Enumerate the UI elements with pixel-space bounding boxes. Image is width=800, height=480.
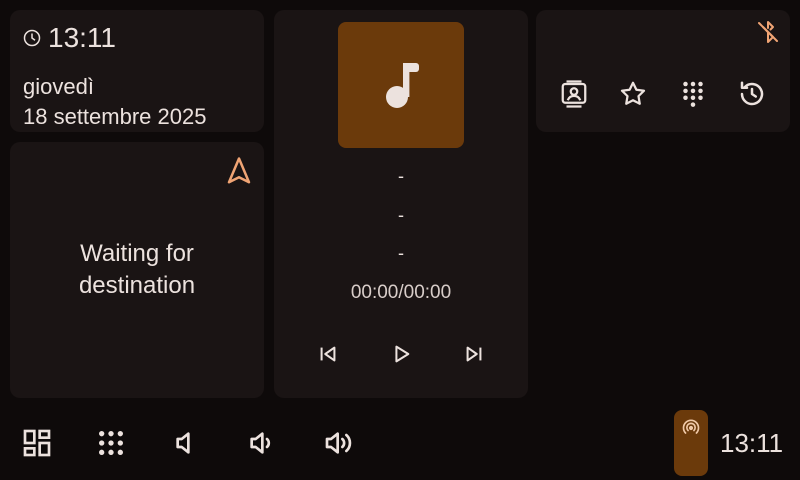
volume-mute-icon — [176, 432, 190, 454]
clock-icon — [23, 29, 41, 47]
contacts-icon — [561, 80, 587, 108]
date-label: 18 settembre 2025 — [23, 104, 207, 129]
app-grid-icon — [23, 429, 51, 457]
clock-card: 13:11 giovedì 18 settembre 2025 — [10, 10, 264, 132]
navigation-arrow-icon — [227, 157, 251, 184]
status-bar-time: 13:11 — [720, 428, 784, 458]
previous-track-button[interactable] — [314, 340, 342, 368]
skip-next-icon — [466, 346, 482, 362]
track-artist: - — [398, 205, 404, 225]
bluetooth-disabled-icon — [758, 21, 778, 43]
navigation-status: Waiting for destination — [78, 240, 196, 299]
radio-button[interactable] — [674, 410, 708, 476]
volume-mute-button[interactable] — [166, 426, 200, 460]
music-note-icon — [386, 63, 419, 108]
phone-card — [536, 10, 790, 132]
volume-down-button[interactable] — [244, 426, 278, 460]
volume-up-button[interactable] — [322, 426, 356, 460]
clock-row: 13:11 — [23, 24, 116, 52]
play-button[interactable] — [387, 340, 415, 368]
contacts-button[interactable] — [558, 78, 590, 110]
track-album: - — [398, 243, 404, 263]
dialpad-icon — [682, 81, 703, 107]
album-art[interactable] — [338, 22, 464, 148]
volume-down-icon — [250, 432, 271, 454]
call-history-icon — [740, 81, 764, 106]
media-player-card: - - - 00:00/00:00 — [274, 10, 528, 398]
navigation-card[interactable]: Waiting for destination — [10, 142, 264, 398]
app-grid-button[interactable] — [20, 426, 54, 460]
track-title: - — [398, 166, 404, 186]
bottom-bar: 13:11 — [0, 406, 800, 480]
clock-time: 13:11 — [48, 22, 116, 53]
favorites-star-icon — [621, 81, 646, 105]
weekday-label: giovedì — [23, 74, 94, 99]
play-icon — [395, 345, 410, 363]
track-progress-time: 00:00/00:00 — [350, 282, 452, 303]
favorites-button[interactable] — [617, 78, 649, 110]
skip-previous-icon — [320, 346, 336, 362]
dialpad-icon — [99, 431, 123, 455]
radio-signal-icon — [682, 419, 700, 434]
keypad-button[interactable] — [94, 426, 128, 460]
phone-actions — [554, 78, 772, 110]
dialpad-button[interactable] — [677, 78, 709, 110]
call-history-button[interactable] — [736, 78, 768, 110]
playback-controls — [274, 340, 528, 368]
volume-up-icon — [325, 432, 352, 454]
next-track-button[interactable] — [460, 340, 488, 368]
